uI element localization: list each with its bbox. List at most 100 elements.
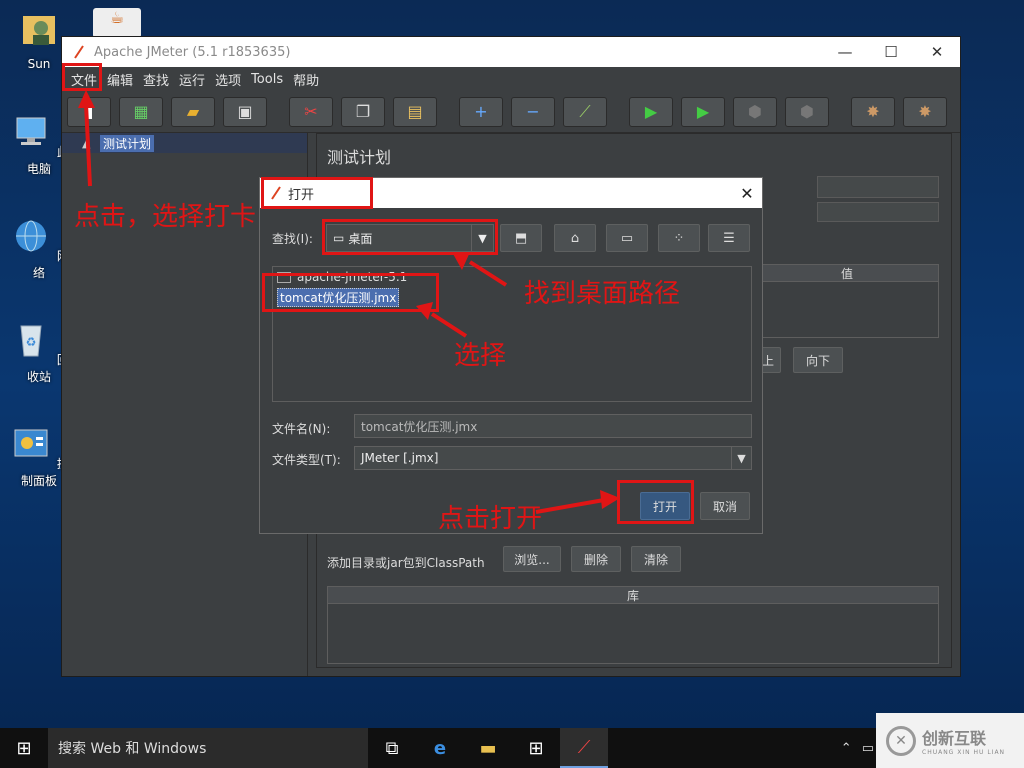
expand-button[interactable]: +: [459, 96, 503, 127]
watermark-logo: ✕ 创新互联 CHUANG XIN HU LIAN: [876, 713, 1024, 768]
expand-icon: +: [474, 102, 488, 121]
recycle-bin-icon: ♻: [20, 325, 42, 357]
file-explorer-button[interactable]: ▬: [464, 728, 512, 768]
annotation-box-file-menu: [62, 63, 102, 91]
copy-button[interactable]: ❐: [341, 96, 385, 127]
edge-button[interactable]: e: [416, 728, 464, 768]
variables-table-body[interactable]: [755, 282, 939, 338]
new-icon: ▮: [84, 102, 94, 121]
name-field[interactable]: [817, 176, 939, 198]
close-button[interactable]: ✕: [914, 43, 960, 61]
desktop-icon-label: Sun: [27, 57, 51, 71]
window-titlebar: Apache JMeter (5.1 r1853635) — ☐ ✕: [62, 37, 960, 67]
shutdown-button[interactable]: ⬢: [785, 96, 829, 127]
chevron-up-icon[interactable]: ⌃: [841, 741, 852, 756]
annotation-box-look-in: [322, 219, 498, 255]
list-view-button[interactable]: ⁘: [658, 224, 700, 252]
details-view-button[interactable]: ☰: [708, 224, 750, 252]
open-button[interactable]: ▰: [171, 96, 215, 127]
watermark-en: CHUANG XIN HU LIAN: [922, 749, 1006, 756]
annotation-box-file: [262, 273, 439, 312]
filename-label: 文件名(N):: [272, 422, 331, 436]
start-no-pause-button[interactable]: ▶: [681, 96, 725, 127]
paste-button[interactable]: ▤: [393, 96, 437, 127]
save-button[interactable]: ▣: [223, 96, 267, 127]
toggle-button[interactable]: ⟋: [563, 96, 607, 127]
start-no-pause-icon: ▶: [696, 102, 710, 121]
dialog-close-button[interactable]: ✕: [732, 184, 762, 203]
stop-icon: ⬢: [748, 102, 762, 121]
clear-all-icon: ✸: [918, 102, 932, 121]
store-button[interactable]: ⊞: [512, 728, 560, 768]
jmeter-taskbar-button[interactable]: ⟋: [560, 728, 608, 768]
collapse-icon: −: [526, 102, 540, 121]
user-folder-icon: [23, 16, 55, 45]
watermark-cn: 创新互联: [922, 729, 987, 748]
network-icon[interactable]: ▭: [862, 741, 874, 756]
clear-button[interactable]: ✸: [851, 96, 895, 127]
menu-bar: 文件 编辑 查找 运行 选项 Tools 帮助: [62, 67, 960, 91]
annotation-box-open-button: [617, 480, 694, 524]
menu-edit[interactable]: 编辑: [102, 70, 138, 89]
filetype-select[interactable]: JMeter [.jmx] ▼: [354, 446, 752, 470]
browse-button[interactable]: 浏览...: [503, 546, 561, 572]
window-title: Apache JMeter (5.1 r1853635): [94, 44, 291, 60]
variables-table-header: 值: [755, 264, 939, 282]
stop-button[interactable]: ⬢: [733, 96, 777, 127]
brand-logo-icon: ✕: [886, 725, 916, 756]
copy-icon: ❐: [355, 102, 371, 121]
cancel-button[interactable]: 取消: [700, 492, 750, 520]
details-view-icon: ☰: [723, 230, 735, 246]
templates-icon: ▦: [133, 102, 149, 121]
jmeter-feather-icon: ⟋: [577, 736, 591, 758]
library-table-body[interactable]: [327, 604, 939, 664]
jmeter-feather-icon: [74, 45, 84, 59]
toolbar: ▮ ▦ ▰ ▣ ✂ ❐ ▤ + − ⟋ ▶ ▶ ⬢ ⬢ ✸ ✸: [62, 91, 960, 133]
tree-node-test-plan[interactable]: ▲ 测试计划: [62, 133, 307, 153]
templates-button[interactable]: ▦: [119, 96, 163, 127]
control-panel-icon: [14, 429, 48, 457]
test-plan-icon: ▲: [82, 137, 91, 150]
new-folder-button[interactable]: ▭: [606, 224, 648, 252]
annotation-box-dialog-title: [261, 177, 373, 209]
start-button[interactable]: ▶: [629, 96, 673, 127]
toggle-icon: ⟋: [579, 101, 591, 121]
filename-input[interactable]: tomcat优化压测.jmx: [354, 414, 752, 438]
tree-node-label: 测试计划: [100, 134, 155, 152]
list-view-icon: ⁘: [673, 230, 685, 246]
home-button[interactable]: ⌂: [554, 224, 596, 252]
open-icon: ▰: [186, 102, 200, 121]
new-button[interactable]: ▮: [67, 96, 111, 127]
cut-icon: ✂: [304, 102, 318, 121]
start-button[interactable]: ⊞: [0, 728, 48, 768]
panel-title: 测试计划: [327, 148, 392, 167]
home-icon: ⌂: [570, 230, 580, 246]
menu-tools[interactable]: Tools: [246, 72, 288, 87]
annotation-select: 选择: [454, 341, 507, 371]
filetype-label: 文件类型(T):: [272, 453, 341, 467]
menu-options[interactable]: 选项: [210, 70, 246, 89]
menu-run[interactable]: 运行: [174, 70, 210, 89]
minimize-button[interactable]: —: [822, 43, 868, 61]
annotation-find-desktop: 找到桌面路径: [524, 279, 681, 309]
down-button[interactable]: 向下: [793, 347, 843, 373]
cut-button[interactable]: ✂: [289, 96, 333, 127]
comments-field[interactable]: [817, 202, 939, 222]
clear-all-button[interactable]: ✸: [903, 96, 947, 127]
menu-help[interactable]: 帮助: [288, 70, 324, 89]
taskbar-search[interactable]: 搜索 Web 和 Windows: [48, 728, 368, 768]
up-folder-button[interactable]: ⬒: [500, 224, 542, 252]
new-folder-icon: ▭: [620, 230, 634, 246]
task-view-button[interactable]: ⧉: [368, 728, 416, 768]
system-tray: ⌃ ▭: [841, 728, 874, 768]
maximize-button[interactable]: ☐: [868, 43, 914, 61]
clear-classpath-button[interactable]: 清除: [631, 546, 681, 572]
annotation-click-select: 点击，选择打卡: [74, 202, 257, 232]
filetype-value: JMeter [.jmx]: [361, 451, 439, 465]
shutdown-icon: ⬢: [800, 102, 814, 121]
delete-button[interactable]: 删除: [571, 546, 621, 572]
menu-search[interactable]: 查找: [138, 70, 174, 89]
library-table-header: 库: [327, 586, 939, 604]
edge-icon: e: [433, 737, 447, 759]
collapse-button[interactable]: −: [511, 96, 555, 127]
